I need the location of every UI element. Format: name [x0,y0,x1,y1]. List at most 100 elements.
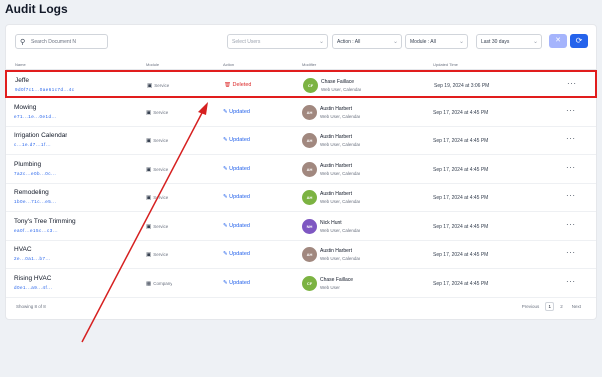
avatar: AH [302,133,317,148]
module-label: Service [153,109,169,115]
module-label: Company [153,280,173,286]
clear-filters-button[interactable]: ✕ [549,34,567,48]
more-actions-icon[interactable]: ··· [566,277,576,286]
module-filter-value: Module : All [410,39,436,45]
page-1-button[interactable]: 1 [545,302,555,311]
module-cell: ▣ Service [146,195,168,201]
record-id-link[interactable]: 2e...0a1...b7... [14,256,51,261]
more-actions-icon[interactable]: ··· [566,134,576,143]
action-filter-value: Action : All [337,39,361,45]
pencil-icon: ✎ [223,108,228,115]
modifier-role: Web User, Calendar [320,199,361,204]
module-label: Service [153,252,169,257]
search-icon: ⚲ [20,39,26,46]
action-label: Updated [229,279,250,286]
action-cell: ✎ Updated [223,137,250,143]
record-name: Remodeling [14,189,49,196]
refresh-button[interactable]: ⟳ [570,34,588,48]
building-icon: ▦ [146,280,152,287]
modifier-role: Web User, Calendar [320,113,361,119]
record-name: Tony's Tree Trimming [14,217,76,225]
avatar: NH [302,218,317,234]
avatar: CF [302,275,317,291]
column-header-modifier[interactable]: Modifier [302,62,316,67]
pagination: Previous 1 2 Next [519,302,584,311]
table-row[interactable]: Tony's Tree Trimming ea0f...e15c...c3... ▣… [6,213,596,241]
module-cell: ▣ Service [146,138,168,144]
more-actions-icon[interactable]: ··· [566,220,576,229]
audit-log-card: ⚲ Search Document N Select Users ⌄ Actio… [5,24,597,320]
more-actions-icon[interactable]: ··· [567,79,577,88]
pencil-icon: ✎ [223,251,228,257]
updated-time: Sep 19, 2024 at 3:06 PM [434,83,490,89]
table-row[interactable]: Rising HVAC d0e1...a9...4f... ▦ Company ✎ Up… [6,270,596,298]
modifier-name: Austin Harbert [320,134,352,140]
record-id-link[interactable]: d0e1...a9...4f... [14,285,53,290]
updated-time: Sep 17, 2024 at 4:45 PM [433,280,489,287]
modifier-name: Austin Harbert [320,248,352,254]
briefcase-icon: ▣ [146,195,152,201]
briefcase-icon: ▣ [147,83,153,89]
updated-time: Sep 17, 2024 at 4:45 PM [433,195,489,201]
more-actions-icon[interactable]: ··· [566,106,576,115]
column-header-action[interactable]: Action [223,62,234,67]
action-cell: ✎ Updated [223,280,250,286]
avatar: AH [302,190,317,205]
record-id-link[interactable]: 1b0e...71c...e5... [14,199,57,204]
action-label: Deleted [232,82,252,88]
avatar: CF [303,78,318,93]
table-row[interactable]: Mowing e71...1e...0e1d... ▣ Service ✎ Update… [6,99,596,127]
trash-icon: 🗑 [224,82,231,88]
record-name: Plumbing [14,160,42,168]
record-id-link[interactable]: c...1e.d7...1f... [14,142,51,147]
table-row[interactable]: Remodeling 1b0e...71c...e5... ▣ Service ✎ Up… [6,184,596,212]
date-range-value: Last 30 days [481,39,510,45]
action-label: Updated [229,194,250,200]
briefcase-icon: ▣ [146,252,152,258]
search-input[interactable]: ⚲ Search Document N [15,34,108,49]
record-id-link[interactable]: 7a2c...e0b...0c... [14,171,56,176]
date-range-filter[interactable]: Last 30 days ⌄ [476,34,542,49]
modifier-role: Web User, Calendar [320,170,361,176]
module-label: Service [153,195,169,200]
action-cell: ✎ Updated [223,194,250,200]
more-actions-icon[interactable]: ··· [566,191,576,200]
record-id-link[interactable]: e71...1e...0e1d... [14,114,57,119]
column-header-updated-time[interactable]: Updated Time [433,62,458,67]
pencil-icon: ✎ [223,137,228,143]
record-id-link[interactable]: ea0f...e15c...c3... [14,228,58,233]
more-actions-icon[interactable]: ··· [566,248,576,257]
chevron-down-icon: ⌄ [532,39,538,45]
record-id-link[interactable]: 9d0f7c1...0ae61c7d...4c [15,87,75,92]
users-select-placeholder: Select Users [232,39,261,45]
refresh-icon: ⟳ [575,36,583,45]
action-cell: ✎ Updated [223,223,250,229]
search-placeholder: Search Document N [31,39,77,45]
next-page-button[interactable]: Next [569,303,584,310]
table-row-highlighted[interactable]: Jeffe 9d0f7c1...0ae61c7d...4c ▣ Service 🗑 De… [5,70,597,98]
previous-page-button[interactable]: Previous [519,303,543,310]
more-actions-icon[interactable]: ··· [566,163,576,172]
record-name: Rising HVAC [14,274,52,282]
table-header: Name Module Action Modifier Updated Time [6,58,596,70]
modifier-role: Web User [320,284,340,290]
page-2-button[interactable]: 2 [557,303,566,310]
action-label: Updated [229,137,250,143]
module-cell: ▣ Service [146,167,168,173]
table-row[interactable]: HVAC 2e...0a1...b7... ▣ Service ✎ Updated AH A… [6,241,596,269]
module-filter[interactable]: Module : All ⌄ [405,34,468,49]
column-header-name[interactable]: Name [15,62,26,67]
users-select[interactable]: Select Users ⌄ [227,34,328,49]
briefcase-icon: ▣ [146,223,152,230]
modifier-name: Austin Harbert [320,105,352,112]
action-cell: ✎ Updated [223,109,250,115]
table-row[interactable]: Irrigation Calendar c...1e.d7...1f... ▣ Ser… [6,127,596,155]
briefcase-icon: ▣ [146,109,152,116]
action-cell: ✎ Updated [223,166,250,172]
table-row[interactable]: Plumbing 7a2c...e0b...0c... ▣ Service ✎ Upda… [6,156,596,184]
record-name: Mowing [14,103,37,111]
close-icon: ✕ [555,37,561,44]
action-filter[interactable]: Action : All ⌄ [332,34,402,49]
column-header-module[interactable]: Module [146,62,159,67]
action-label: Updated [229,222,250,229]
